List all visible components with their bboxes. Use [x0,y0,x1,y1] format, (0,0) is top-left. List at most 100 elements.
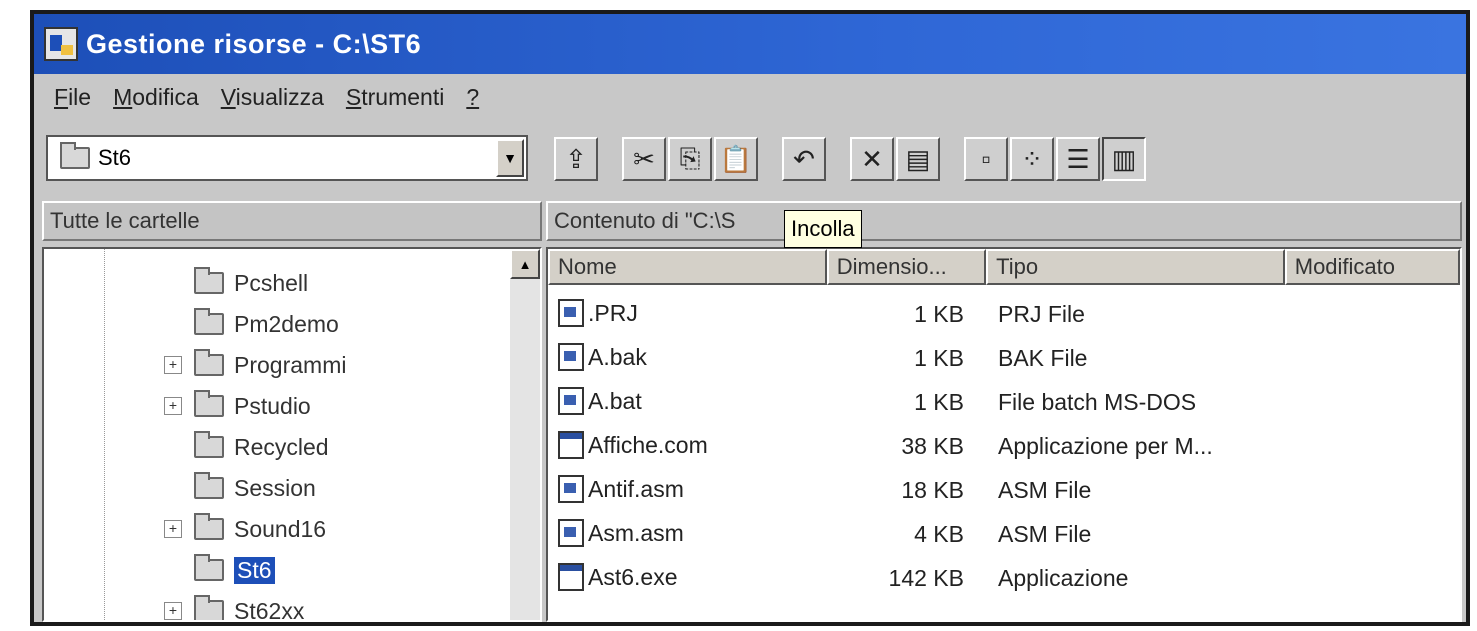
column-headers: Nome Dimensio... Tipo Modificato [548,249,1460,285]
delete-icon: ✕ [861,143,883,174]
details-view-icon: ▥ [1111,143,1137,174]
delete-button[interactable]: ✕ [850,137,894,181]
list-view-icon: ☰ [1066,143,1090,174]
expand-icon[interactable]: + [164,356,182,374]
file-size: 1 KB [914,345,964,371]
document-icon [558,343,584,371]
document-icon [558,299,584,327]
file-row[interactable]: Asm.asm 4 KB ASM File [548,513,1460,555]
file-name: Affiche.com [588,431,708,458]
application-icon [558,431,584,459]
up-folder-icon: ⇪ [565,143,587,174]
file-type: File batch MS-DOS [998,389,1197,415]
menu-accelerator: M [113,83,133,110]
folder-icon [194,595,224,620]
file-name: Antif.asm [588,475,684,502]
paste-tooltip: Incolla [784,210,862,248]
file-name-cell: Affiche.com [558,431,708,459]
large-icons-button[interactable]: ▫ [964,137,1008,181]
title-bar[interactable]: Gestione risorse - C:\ST6 [34,14,1466,74]
file-row[interactable]: Ast6.exe 142 KB Applicazione [548,557,1460,599]
menu-accelerator: ? [466,83,480,110]
paste-button[interactable]: 📋 [714,137,758,181]
menu-accelerator: F [54,83,69,110]
folder-icon [194,554,224,581]
tree-item-label: Sound16 [234,515,327,542]
file-name-cell: A.bak [558,343,647,371]
menu-bar: File Modifica Visualizza Strumenti? [34,74,1466,120]
folders-pane-header: Tutte le cartelle [42,201,542,241]
address-combobox[interactable]: St6 ▼ [46,135,528,181]
file-name-cell: .PRJ [558,299,638,327]
column-header-3[interactable]: Modificato [1284,249,1460,285]
properties-button[interactable]: ▤ [896,137,940,181]
menu-item-1[interactable]: Modifica [113,84,199,111]
tree-item-pcshell[interactable]: Pcshell [44,263,308,303]
column-header-2[interactable]: Tipo [986,249,1285,285]
toolbar: ⇪ ✂ ⎘ 📋 ↶ ✕ ▤ ▫ ⁘ ☰ ▥ [554,133,1148,185]
undo-button[interactable]: ↶ [782,137,826,181]
file-size: 18 KB [901,477,964,503]
document-icon [558,519,584,547]
explorer-app-icon[interactable] [44,27,78,61]
menu-label: ile [68,83,92,110]
file-name: .PRJ [588,299,638,326]
tree-item-label: Pcshell [234,269,309,296]
file-row[interactable]: .PRJ 1 KB PRJ File [548,293,1460,335]
cut-button[interactable]: ✂ [622,137,666,181]
file-name: Asm.asm [588,519,684,546]
menu-label: trumenti [361,83,445,110]
menu-label: odifica [132,83,199,110]
file-row[interactable]: A.bat 1 KB File batch MS-DOS [548,381,1460,423]
tree-item-label: St62xx [234,597,305,622]
folder-icon [194,267,224,294]
column-header-0[interactable]: Nome [548,249,827,285]
file-name: Ast6.exe [588,563,678,590]
explorer-window: Gestione risorse - C:\ST6 File Modifica Vi… [30,10,1470,626]
file-type: ASM File [998,521,1092,547]
scroll-up-icon[interactable]: ▲ [510,249,540,279]
menu-item-3[interactable]: Strumenti [346,84,444,111]
file-name: A.bat [588,387,642,414]
dropdown-arrow-icon[interactable]: ▼ [496,139,524,177]
expand-icon[interactable]: + [164,602,182,620]
menu-item-2[interactable]: Visualizza [221,84,324,111]
up-folder-button[interactable]: ⇪ [554,137,598,181]
expand-icon[interactable]: + [164,397,182,415]
menu-accelerator: S [345,83,362,110]
tree-item-label: Session [234,474,316,501]
tree-item-st6[interactable]: St6 [44,550,275,590]
contents-pane-header: Contenuto di "C:\S [546,201,1462,241]
menu-item-0[interactable]: File [54,84,91,111]
file-name-cell: Ast6.exe [558,563,678,591]
file-size: 142 KB [888,565,964,591]
tree-item-sound16[interactable]: + Sound16 [44,509,326,549]
tree-item-recycled[interactable]: Recycled [44,427,329,467]
folder-icon [194,472,224,499]
list-view-button[interactable]: ☰ [1056,137,1100,181]
tree-item-st62xx[interactable]: + St62xx [44,591,305,622]
expand-icon[interactable]: + [164,520,182,538]
copy-button[interactable]: ⎘ [668,137,712,181]
address-value: St6 [98,145,132,170]
document-icon [558,387,584,415]
tree-item-pstudio[interactable]: + Pstudio [44,386,311,426]
tree-item-label: Programmi [234,351,347,378]
folder-tree: ▲ Pcshell Pm2demo + Programmi + Pstudio Recycl… [42,247,542,622]
tree-item-session[interactable]: Session [44,468,316,508]
menu-item-4[interactable]: ? [466,84,479,111]
large-icons-icon: ▫ [981,143,991,174]
file-row[interactable]: Antif.asm 18 KB ASM File [548,469,1460,511]
small-icons-button[interactable]: ⁘ [1010,137,1054,181]
tree-item-label: Pstudio [234,392,311,419]
recycle-bin-icon [194,431,224,458]
file-row[interactable]: Affiche.com 38 KB Applicazione per M... [548,425,1460,467]
tree-scrollbar[interactable]: ▲ [510,249,540,620]
tree-item-programmi[interactable]: + Programmi [44,345,346,385]
tree-item-pm2demo[interactable]: Pm2demo [44,304,339,344]
details-view-button[interactable]: ▥ [1102,137,1146,181]
file-size: 4 KB [914,521,964,547]
column-header-1[interactable]: Dimensio... [826,249,987,285]
file-type: PRJ File [998,301,1085,327]
file-row[interactable]: A.bak 1 KB BAK File [548,337,1460,379]
